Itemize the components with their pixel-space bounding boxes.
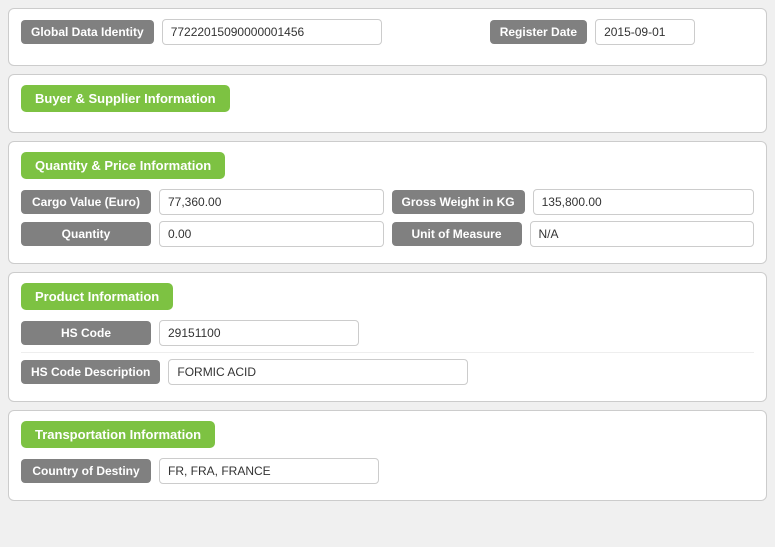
country-destiny-value: FR, FRA, FRANCE — [159, 458, 379, 484]
country-destiny-row: Country of Destiny FR, FRA, FRANCE — [21, 458, 754, 484]
hs-desc-row: HS Code Description FORMIC ACID — [21, 359, 754, 385]
quantity-label: Quantity — [21, 222, 151, 246]
gross-weight-value: 135,800.00 — [533, 189, 754, 215]
country-destiny-label: Country of Destiny — [21, 459, 151, 483]
cargo-value-pair: Cargo Value (Euro) 77,360.00 — [21, 189, 384, 215]
gdi-label: Global Data Identity — [21, 20, 154, 44]
buyer-supplier-header: Buyer & Supplier Information — [21, 85, 230, 112]
hs-code-row: HS Code 29151100 — [21, 320, 754, 346]
hs-code-label: HS Code — [21, 321, 151, 345]
uom-value: N/A — [530, 221, 755, 247]
register-date-label: Register Date — [490, 20, 587, 44]
cargo-value-value: 77,360.00 — [159, 189, 384, 215]
quantity-pair: Quantity 0.00 — [21, 221, 384, 247]
buyer-supplier-section: Buyer & Supplier Information — [8, 74, 767, 133]
product-header: Product Information — [21, 283, 173, 310]
gdi-value: 77222015090000001456 — [162, 19, 382, 45]
top-section: Global Data Identity 7722201509000000145… — [8, 8, 767, 66]
product-divider — [21, 352, 754, 353]
gross-weight-label: Gross Weight in KG — [392, 190, 525, 214]
transportation-section: Transportation Information Country of De… — [8, 410, 767, 501]
register-date-value: 2015-09-01 — [595, 19, 695, 45]
cargo-gross-row: Cargo Value (Euro) 77,360.00 Gross Weigh… — [21, 189, 754, 215]
quantity-price-header: Quantity & Price Information — [21, 152, 225, 179]
transportation-header: Transportation Information — [21, 421, 215, 448]
uom-pair: Unit of Measure N/A — [392, 221, 755, 247]
gross-weight-pair: Gross Weight in KG 135,800.00 — [392, 189, 755, 215]
cargo-value-label: Cargo Value (Euro) — [21, 190, 151, 214]
quantity-uom-row: Quantity 0.00 Unit of Measure N/A — [21, 221, 754, 247]
uom-label: Unit of Measure — [392, 222, 522, 246]
hs-desc-label: HS Code Description — [21, 360, 160, 384]
quantity-price-section: Quantity & Price Information Cargo Value… — [8, 141, 767, 264]
product-section: Product Information HS Code 29151100 HS … — [8, 272, 767, 402]
hs-desc-value: FORMIC ACID — [168, 359, 468, 385]
quantity-value: 0.00 — [159, 221, 384, 247]
hs-code-value: 29151100 — [159, 320, 359, 346]
top-row: Global Data Identity 7722201509000000145… — [21, 19, 754, 45]
